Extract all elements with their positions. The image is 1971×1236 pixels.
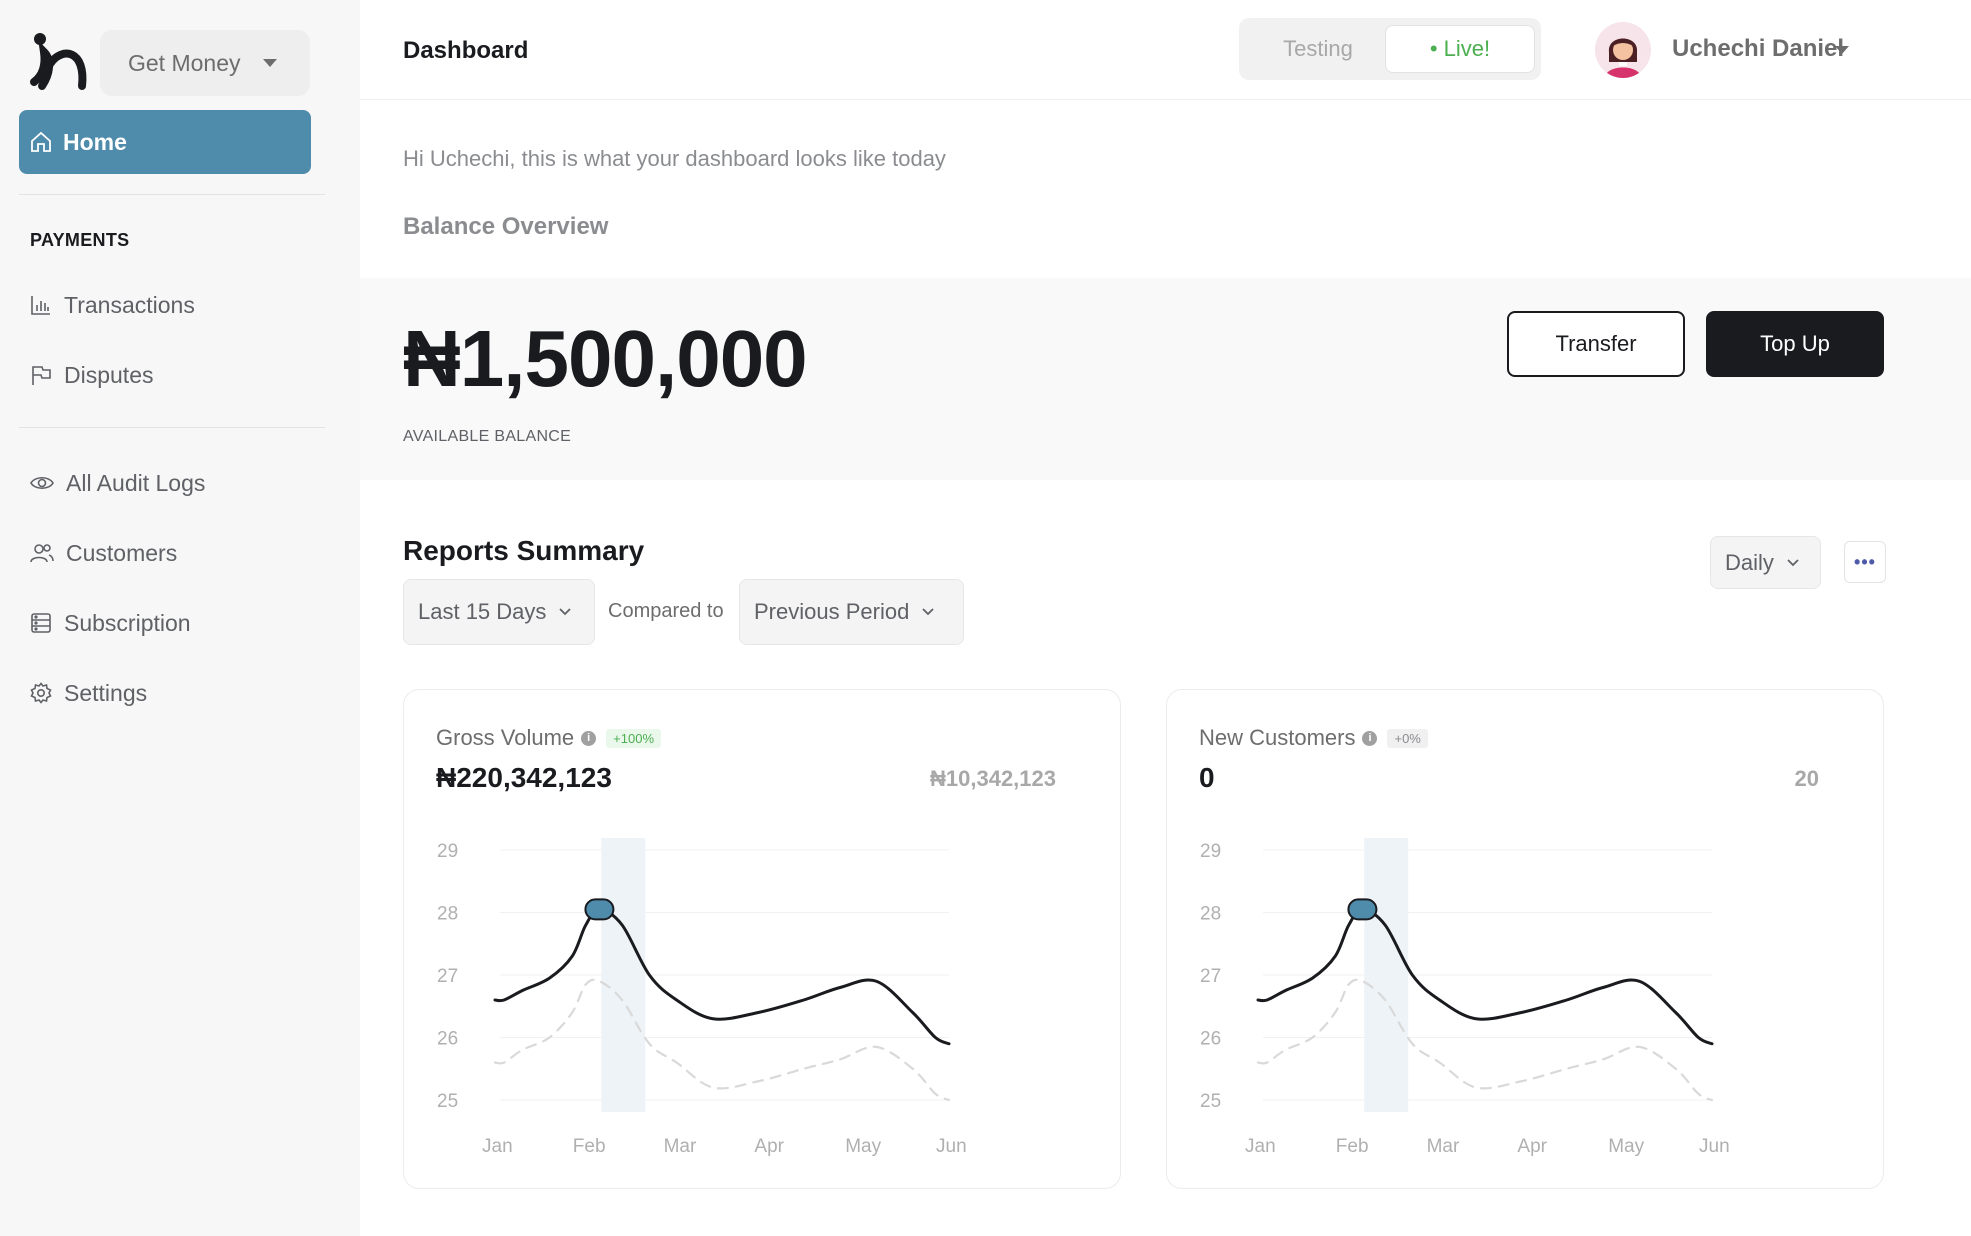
sidebar-item-label: Customers — [66, 539, 178, 566]
y-tick-label: 26 — [437, 1029, 458, 1050]
user-name[interactable]: Uchechi Daniel — [1672, 35, 1844, 63]
x-tick-label: Jun — [936, 1136, 967, 1157]
sidebar-item-subscription[interactable]: Subscription — [30, 603, 191, 643]
sidebar: Get Money Home PAYMENTS Transactions Dis… — [0, 0, 360, 1236]
info-icon[interactable]: i — [1362, 730, 1378, 746]
y-tick-label: 28 — [1200, 904, 1221, 925]
y-tick-label: 27 — [437, 966, 458, 987]
card-title-row: New Customers i +0% — [1199, 725, 1428, 751]
sidebar-item-customers[interactable]: Customers — [30, 533, 177, 573]
x-tick-label: Mar — [1427, 1136, 1460, 1157]
greeting-text: Hi Uchechi, this is what your dashboard … — [403, 146, 946, 171]
mode-toggle: Testing • Live! — [1239, 18, 1541, 80]
new-customers-chart: 29 28 27 26 25 Jan Feb Mar Apr May Jun — [1200, 838, 1730, 1157]
sidebar-item-transactions[interactable]: Transactions — [30, 285, 195, 325]
flag-icon — [32, 366, 51, 385]
card-compare-value: 20 — [1794, 766, 1819, 791]
x-tick-label: May — [845, 1136, 881, 1157]
mode-testing-button[interactable]: Testing — [1253, 18, 1383, 80]
sidebar-item-label: Disputes — [64, 361, 154, 388]
mode-live-button[interactable]: • Live! — [1385, 25, 1535, 73]
section-label-payments: PAYMENTS — [30, 230, 130, 250]
card-value: 0 — [1199, 762, 1215, 793]
interval-value: Daily — [1725, 549, 1774, 575]
highlight-band — [601, 838, 646, 1112]
x-tick-label: May — [1608, 1136, 1644, 1157]
x-tick-label: Jan — [482, 1136, 513, 1157]
top-header: Dashboard Testing • Live! Uchechi Daniel — [360, 0, 1971, 100]
reports-summary-title: Reports Summary — [403, 535, 645, 566]
y-tick-label: 29 — [1200, 841, 1221, 862]
avatar[interactable] — [1595, 22, 1651, 78]
sidebar-divider — [19, 427, 325, 428]
interval-select[interactable]: Daily — [1710, 536, 1821, 589]
card-compare-value: ₦10,342,123 — [930, 766, 1056, 791]
chevron-down-icon — [262, 59, 277, 67]
change-badge: +100% — [606, 728, 662, 748]
y-tick-label: 26 — [1200, 1029, 1221, 1050]
sidebar-item-label: Settings — [64, 679, 148, 706]
sidebar-item-label: All Audit Logs — [66, 469, 206, 496]
date-range-value: Last 15 Days — [418, 599, 547, 624]
sidebar-divider — [19, 194, 325, 195]
x-tick-label: Mar — [664, 1136, 697, 1157]
data-point-marker — [1347, 898, 1378, 921]
card-title: Gross Volume — [436, 725, 575, 750]
x-tick-label: Apr — [754, 1136, 784, 1157]
bar-chart-icon — [31, 296, 50, 315]
x-tick-label: Jun — [1699, 1136, 1730, 1157]
y-tick-label: 25 — [1200, 1091, 1221, 1112]
y-tick-label: 25 — [437, 1091, 458, 1112]
chevron-down-icon — [922, 608, 934, 616]
card-title: New Customers — [1199, 725, 1356, 750]
x-tick-label: Feb — [573, 1136, 606, 1157]
sidebar-item-home[interactable]: Home — [19, 110, 311, 174]
x-tick-label: Apr — [1517, 1136, 1547, 1157]
date-range-select[interactable]: Last 15 Days — [403, 579, 595, 645]
series-previous-line — [493, 978, 951, 1102]
chevron-down-icon — [1787, 558, 1799, 566]
brand-logo-icon[interactable] — [28, 30, 90, 92]
sidebar-item-label: Subscription — [64, 609, 191, 636]
sidebar-item-disputes[interactable]: Disputes — [30, 355, 153, 395]
chevron-down-icon[interactable] — [1835, 46, 1849, 54]
transfer-button[interactable]: Transfer — [1507, 311, 1685, 377]
gear-icon — [30, 682, 52, 704]
workspace-dropdown[interactable]: Get Money — [100, 30, 310, 96]
sidebar-item-label: Home — [63, 128, 127, 155]
compare-period-select[interactable]: Previous Period — [739, 579, 964, 645]
users-icon — [30, 544, 54, 563]
balance-overview-title: Balance Overview — [403, 213, 609, 240]
gross-volume-card: 29 28 27 26 25 Jan Feb Mar Apr May Jun Gross Volum… — [403, 689, 1121, 1189]
highlight-band — [1364, 838, 1409, 1112]
balance-label: AVAILABLE BALANCE — [403, 428, 572, 445]
eye-icon — [30, 476, 54, 490]
balance-amount: ₦1,500,000 — [403, 314, 808, 403]
more-options-button[interactable]: ••• — [1844, 541, 1886, 583]
home-icon — [31, 131, 51, 152]
compared-to-label: Compared to — [608, 600, 724, 622]
card-title-row: Gross Volume i +100% — [436, 725, 662, 751]
x-tick-label: Feb — [1336, 1136, 1369, 1157]
stack-icon — [31, 613, 51, 633]
sidebar-item-audit-logs[interactable]: All Audit Logs — [30, 463, 205, 503]
series-previous-line — [1256, 978, 1714, 1102]
info-icon[interactable]: i — [581, 730, 597, 746]
sidebar-item-label: Transactions — [64, 291, 195, 318]
chevron-down-icon — [559, 608, 572, 616]
data-point-marker — [584, 898, 615, 921]
workspace-label: Get Money — [128, 49, 241, 76]
x-tick-label: Jan — [1245, 1136, 1276, 1157]
y-tick-label: 27 — [1200, 966, 1221, 987]
y-tick-label: 28 — [437, 904, 458, 925]
sidebar-item-settings[interactable]: Settings — [30, 673, 147, 713]
page-title: Dashboard — [403, 37, 529, 64]
y-tick-label: 29 — [437, 841, 458, 862]
balance-panel: ₦1,500,000 AVAILABLE BALANCE Transfer To… — [360, 278, 1971, 480]
top-up-button[interactable]: Top Up — [1706, 311, 1884, 377]
card-value: ₦220,342,123 — [436, 762, 612, 793]
compare-period-value: Previous Period — [754, 599, 910, 624]
new-customers-card: 29 28 27 26 25 Jan Feb Mar Apr May Jun New Custome… — [1166, 689, 1884, 1189]
change-badge: +0% — [1387, 728, 1428, 748]
